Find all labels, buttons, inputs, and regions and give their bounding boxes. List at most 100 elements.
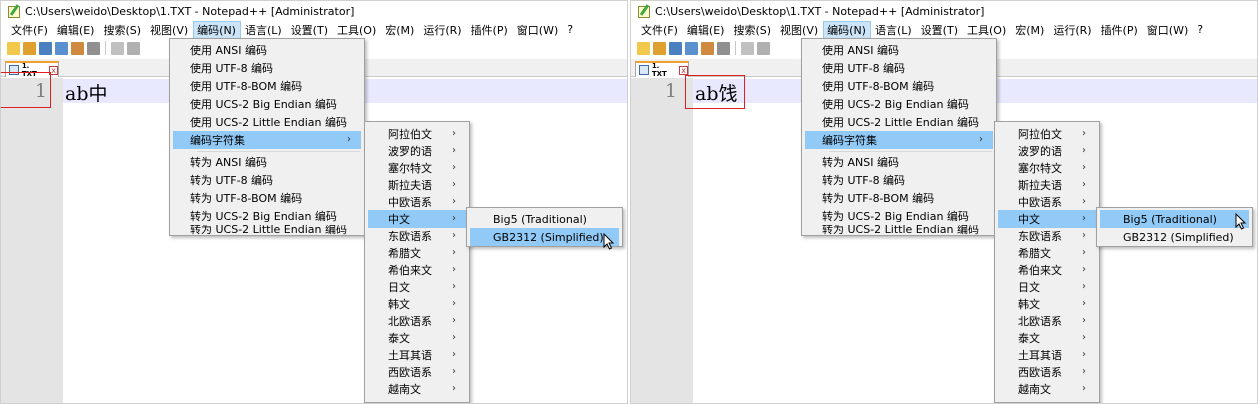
charset-hebrew[interactable]: 希伯来文 › xyxy=(998,261,1096,279)
charset-japanese[interactable]: 日文 › xyxy=(368,278,466,296)
editor-text[interactable]: ab中 xyxy=(65,79,108,106)
open-file-icon[interactable] xyxy=(23,41,36,55)
close-file-icon[interactable] xyxy=(71,41,84,55)
menu-item-use-ucs2-be[interactable]: 使用 UCS-2 Big Endian 编码 xyxy=(173,95,361,113)
charset-turkish[interactable]: 土耳其语 › xyxy=(998,346,1096,364)
menu-search[interactable]: 搜索(S) xyxy=(99,21,146,39)
charset-arabic[interactable]: 阿拉伯文 › xyxy=(368,125,466,143)
charset-thai[interactable]: 泰文 › xyxy=(998,329,1096,347)
cut-icon[interactable] xyxy=(741,41,754,55)
charset-eastern-european[interactable]: 东欧语系 › xyxy=(368,227,466,245)
charset-korean[interactable]: 韩文 › xyxy=(998,295,1096,313)
menu-item-convert-ucs2-be[interactable]: 转为 UCS-2 Big Endian 编码 xyxy=(805,207,993,225)
charset-arabic[interactable]: 阿拉伯文 › xyxy=(998,125,1096,143)
menu-encoding[interactable]: 编码(N) xyxy=(823,20,871,39)
menu-item-charset[interactable]: 编码字符集 › xyxy=(173,131,361,149)
charset-korean[interactable]: 韩文 › xyxy=(368,295,466,313)
menu-view[interactable]: 视图(V) xyxy=(776,21,823,39)
menu-edit[interactable]: 编辑(E) xyxy=(683,21,730,39)
print-icon[interactable] xyxy=(87,41,100,55)
menu-item-use-ansi[interactable]: 使用 ANSI 编码 xyxy=(173,41,361,59)
menu-item-use-utf8-bom[interactable]: 使用 UTF-8-BOM 编码 xyxy=(805,77,993,95)
menu-plugins[interactable]: 插件(P) xyxy=(1097,21,1143,39)
save-icon[interactable] xyxy=(669,41,682,55)
charset-baltic[interactable]: 波罗的语 › xyxy=(368,142,466,160)
menu-item-convert-utf8-bom[interactable]: 转为 UTF-8-BOM 编码 xyxy=(173,189,361,207)
charset-thai[interactable]: 泰文 › xyxy=(368,329,466,347)
menu-item-use-ucs2-be[interactable]: 使用 UCS-2 Big Endian 编码 xyxy=(805,95,993,113)
menu-settings[interactable]: 设置(T) xyxy=(917,21,963,39)
menu-item-convert-ucs2-le[interactable]: 转为 UCS-2 Little Endian 编码 xyxy=(805,225,993,235)
charset-vietnamese[interactable]: 越南文 › xyxy=(998,380,1096,398)
tab-1-txt[interactable]: 1. TXT x xyxy=(635,61,689,78)
charset-western-european[interactable]: 西欧语系 › xyxy=(368,363,466,381)
menu-item-use-ucs2-le[interactable]: 使用 UCS-2 Little Endian 编码 xyxy=(805,113,993,131)
menu-run[interactable]: 运行(R) xyxy=(419,21,466,39)
menu-item-convert-utf8[interactable]: 转为 UTF-8 编码 xyxy=(805,171,993,189)
new-file-icon[interactable] xyxy=(637,41,650,55)
menu-item-convert-ansi[interactable]: 转为 ANSI 编码 xyxy=(805,153,993,171)
charset-baltic[interactable]: 波罗的语 › xyxy=(998,142,1096,160)
charset-eastern-european[interactable]: 东欧语系 › xyxy=(998,227,1096,245)
save-icon[interactable] xyxy=(39,41,52,55)
encoding-big5[interactable]: Big5 (Traditional) xyxy=(470,210,619,228)
charset-hebrew[interactable]: 希伯来文 › xyxy=(368,261,466,279)
open-file-icon[interactable] xyxy=(653,41,666,55)
menu-tools[interactable]: 工具(O) xyxy=(333,21,381,39)
new-file-icon[interactable] xyxy=(7,41,20,55)
encoding-gb2312[interactable]: GB2312 (Simplified) xyxy=(470,228,619,246)
menu-macro[interactable]: 宏(M) xyxy=(1011,21,1049,39)
menu-language[interactable]: 语言(L) xyxy=(871,21,917,39)
menu-search[interactable]: 搜索(S) xyxy=(729,21,776,39)
menu-settings[interactable]: 设置(T) xyxy=(287,21,333,39)
menu-tools[interactable]: 工具(O) xyxy=(963,21,1011,39)
charset-vietnamese[interactable]: 越南文 › xyxy=(368,380,466,398)
charset-slavic[interactable]: 斯拉夫语 › xyxy=(368,176,466,194)
menu-item-use-ucs2-le[interactable]: 使用 UCS-2 Little Endian 编码 xyxy=(173,113,361,131)
charset-greek[interactable]: 希腊文 › xyxy=(368,244,466,262)
menu-item-convert-utf8[interactable]: 转为 UTF-8 编码 xyxy=(173,171,361,189)
menu-edit[interactable]: 编辑(E) xyxy=(53,21,100,39)
menu-item-use-utf8[interactable]: 使用 UTF-8 编码 xyxy=(173,59,361,77)
charset-central-european[interactable]: 中欧语系 › xyxy=(368,193,466,211)
charset-celtic[interactable]: 塞尔特文 › xyxy=(998,159,1096,177)
charset-chinese[interactable]: 中文 › xyxy=(998,210,1096,228)
charset-nordic[interactable]: 北欧语系 › xyxy=(998,312,1096,330)
charset-central-european[interactable]: 中欧语系 › xyxy=(998,193,1096,211)
encoding-gb2312[interactable]: GB2312 (Simplified) xyxy=(1100,228,1249,246)
charset-chinese[interactable]: 中文 › xyxy=(368,210,466,228)
menu-file[interactable]: 文件(F) xyxy=(637,21,683,39)
save-all-icon[interactable] xyxy=(685,41,698,55)
menu-window[interactable]: 窗口(W) xyxy=(1143,21,1193,39)
charset-celtic[interactable]: 塞尔特文 › xyxy=(368,159,466,177)
charset-japanese[interactable]: 日文 › xyxy=(998,278,1096,296)
copy-icon[interactable] xyxy=(757,41,770,55)
menu-language[interactable]: 语言(L) xyxy=(241,21,287,39)
menu-run[interactable]: 运行(R) xyxy=(1049,21,1096,39)
menu-item-convert-utf8-bom[interactable]: 转为 UTF-8-BOM 编码 xyxy=(805,189,993,207)
cut-icon[interactable] xyxy=(111,41,124,55)
menu-item-convert-ucs2-le[interactable]: 转为 UCS-2 Little Endian 编码 xyxy=(173,225,361,235)
copy-icon[interactable] xyxy=(127,41,140,55)
print-icon[interactable] xyxy=(717,41,730,55)
menu-item-use-utf8[interactable]: 使用 UTF-8 编码 xyxy=(805,59,993,77)
charset-western-european[interactable]: 西欧语系 › xyxy=(998,363,1096,381)
menu-item-convert-ucs2-be[interactable]: 转为 UCS-2 Big Endian 编码 xyxy=(173,207,361,225)
menu-item-use-ansi[interactable]: 使用 ANSI 编码 xyxy=(805,41,993,59)
close-file-icon[interactable] xyxy=(701,41,714,55)
encoding-big5[interactable]: Big5 (Traditional) xyxy=(1100,210,1249,228)
menu-window[interactable]: 窗口(W) xyxy=(513,21,563,39)
menu-view[interactable]: 视图(V) xyxy=(146,21,193,39)
save-all-icon[interactable] xyxy=(55,41,68,55)
menu-help[interactable]: ? xyxy=(563,22,578,37)
menu-help[interactable]: ? xyxy=(1193,22,1208,37)
menu-file[interactable]: 文件(F) xyxy=(7,21,53,39)
menu-macro[interactable]: 宏(M) xyxy=(381,21,419,39)
charset-nordic[interactable]: 北欧语系 › xyxy=(368,312,466,330)
menu-item-use-utf8-bom[interactable]: 使用 UTF-8-BOM 编码 xyxy=(173,77,361,95)
menu-plugins[interactable]: 插件(P) xyxy=(467,21,513,39)
menu-item-charset[interactable]: 编码字符集 › xyxy=(805,131,993,149)
charset-greek[interactable]: 希腊文 › xyxy=(998,244,1096,262)
menu-item-convert-ansi[interactable]: 转为 ANSI 编码 xyxy=(173,153,361,171)
charset-turkish[interactable]: 土耳其语 › xyxy=(368,346,466,364)
